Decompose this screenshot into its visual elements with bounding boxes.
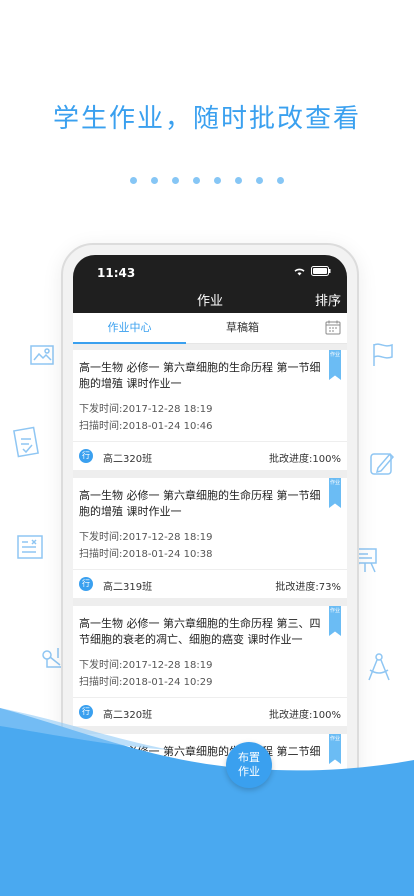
issue-time: 下发时间:2017-12-28 18:19 bbox=[79, 532, 213, 543]
class-badge: 行 bbox=[79, 449, 93, 463]
page-dot[interactable] bbox=[214, 177, 221, 184]
bookmark-tag: 作业 bbox=[329, 350, 341, 380]
scan-time: 扫描时间:2018-01-24 10:29 bbox=[79, 677, 213, 688]
status-icons bbox=[293, 266, 331, 276]
battery-icon bbox=[311, 266, 331, 276]
page-dot[interactable] bbox=[277, 177, 284, 184]
pagination-dots bbox=[0, 177, 414, 184]
class-badge: 行 bbox=[79, 577, 93, 591]
scan-time: 扫描时间:2018-01-24 10:38 bbox=[79, 549, 213, 560]
compass-icon bbox=[362, 650, 396, 684]
sort-button[interactable]: 排序 bbox=[315, 290, 341, 309]
issue-time: 下发时间:2017-12-28 18:19 bbox=[79, 660, 213, 671]
page-title: 作业 bbox=[196, 294, 223, 309]
wave-background bbox=[0, 708, 414, 896]
page-dot[interactable] bbox=[130, 177, 137, 184]
status-time: 11:43 bbox=[97, 266, 136, 280]
document-check-icon bbox=[10, 425, 44, 459]
bookmark-tag: 作业 bbox=[329, 606, 341, 636]
page-dot[interactable] bbox=[151, 177, 158, 184]
page-dot[interactable] bbox=[172, 177, 179, 184]
page-dot[interactable] bbox=[193, 177, 200, 184]
image-icon bbox=[28, 340, 58, 370]
grading-progress: 批改进度:73% bbox=[275, 582, 341, 593]
headline: 学生作业，随时批改查看 bbox=[52, 104, 361, 134]
tab-homework-center[interactable]: 作业中心 bbox=[73, 313, 186, 343]
assignment-title: 高一生物 必修一 第六章细胞的生命历程 第一节细胞的增殖 课时作业一 bbox=[79, 489, 321, 518]
assignment-title: 高一生物 必修一 第六章细胞的生命历程 第一节细胞的增殖 课时作业一 bbox=[79, 361, 321, 390]
nav-bar: 作业 排序 bbox=[73, 285, 347, 313]
tab-bar: 作业中心 草稿箱 bbox=[73, 313, 347, 344]
assignment-card[interactable]: 作业 高一生物 必修一 第六章细胞的生命历程 第一节细胞的增殖 课时作业一 下发… bbox=[73, 478, 347, 598]
flag-icon bbox=[368, 340, 398, 370]
grading-progress: 批改进度:100% bbox=[269, 454, 341, 465]
edit-tablet-icon bbox=[366, 446, 400, 480]
assign-homework-label: 布置作业 bbox=[238, 751, 260, 778]
wifi-icon bbox=[294, 268, 305, 276]
issue-time: 下发时间:2017-12-28 18:19 bbox=[79, 404, 213, 415]
class-name: 高二320班 bbox=[103, 454, 153, 465]
assign-homework-button[interactable]: 布置作业 bbox=[226, 742, 272, 788]
bookmark-tag: 作业 bbox=[329, 478, 341, 508]
assignment-card[interactable]: 作业 高一生物 必修一 第六章细胞的生命历程 第一节细胞的增殖 课时作业一 下发… bbox=[73, 350, 347, 470]
assignment-title: 高一生物 必修一 第六章细胞的生命历程 第三、四节细胞的衰老的凋亡、细胞的癌变 … bbox=[79, 617, 321, 646]
page-dot[interactable] bbox=[256, 177, 263, 184]
form-icon bbox=[14, 530, 48, 564]
page-dot[interactable] bbox=[235, 177, 242, 184]
class-name: 高二319班 bbox=[103, 582, 153, 593]
tab-drafts[interactable]: 草稿箱 bbox=[186, 313, 299, 343]
calendar-icon[interactable] bbox=[325, 320, 341, 339]
active-tab-indicator bbox=[73, 342, 186, 344]
status-bar: 11:43 bbox=[73, 255, 347, 285]
scan-time: 扫描时间:2018-01-24 10:46 bbox=[79, 421, 213, 432]
